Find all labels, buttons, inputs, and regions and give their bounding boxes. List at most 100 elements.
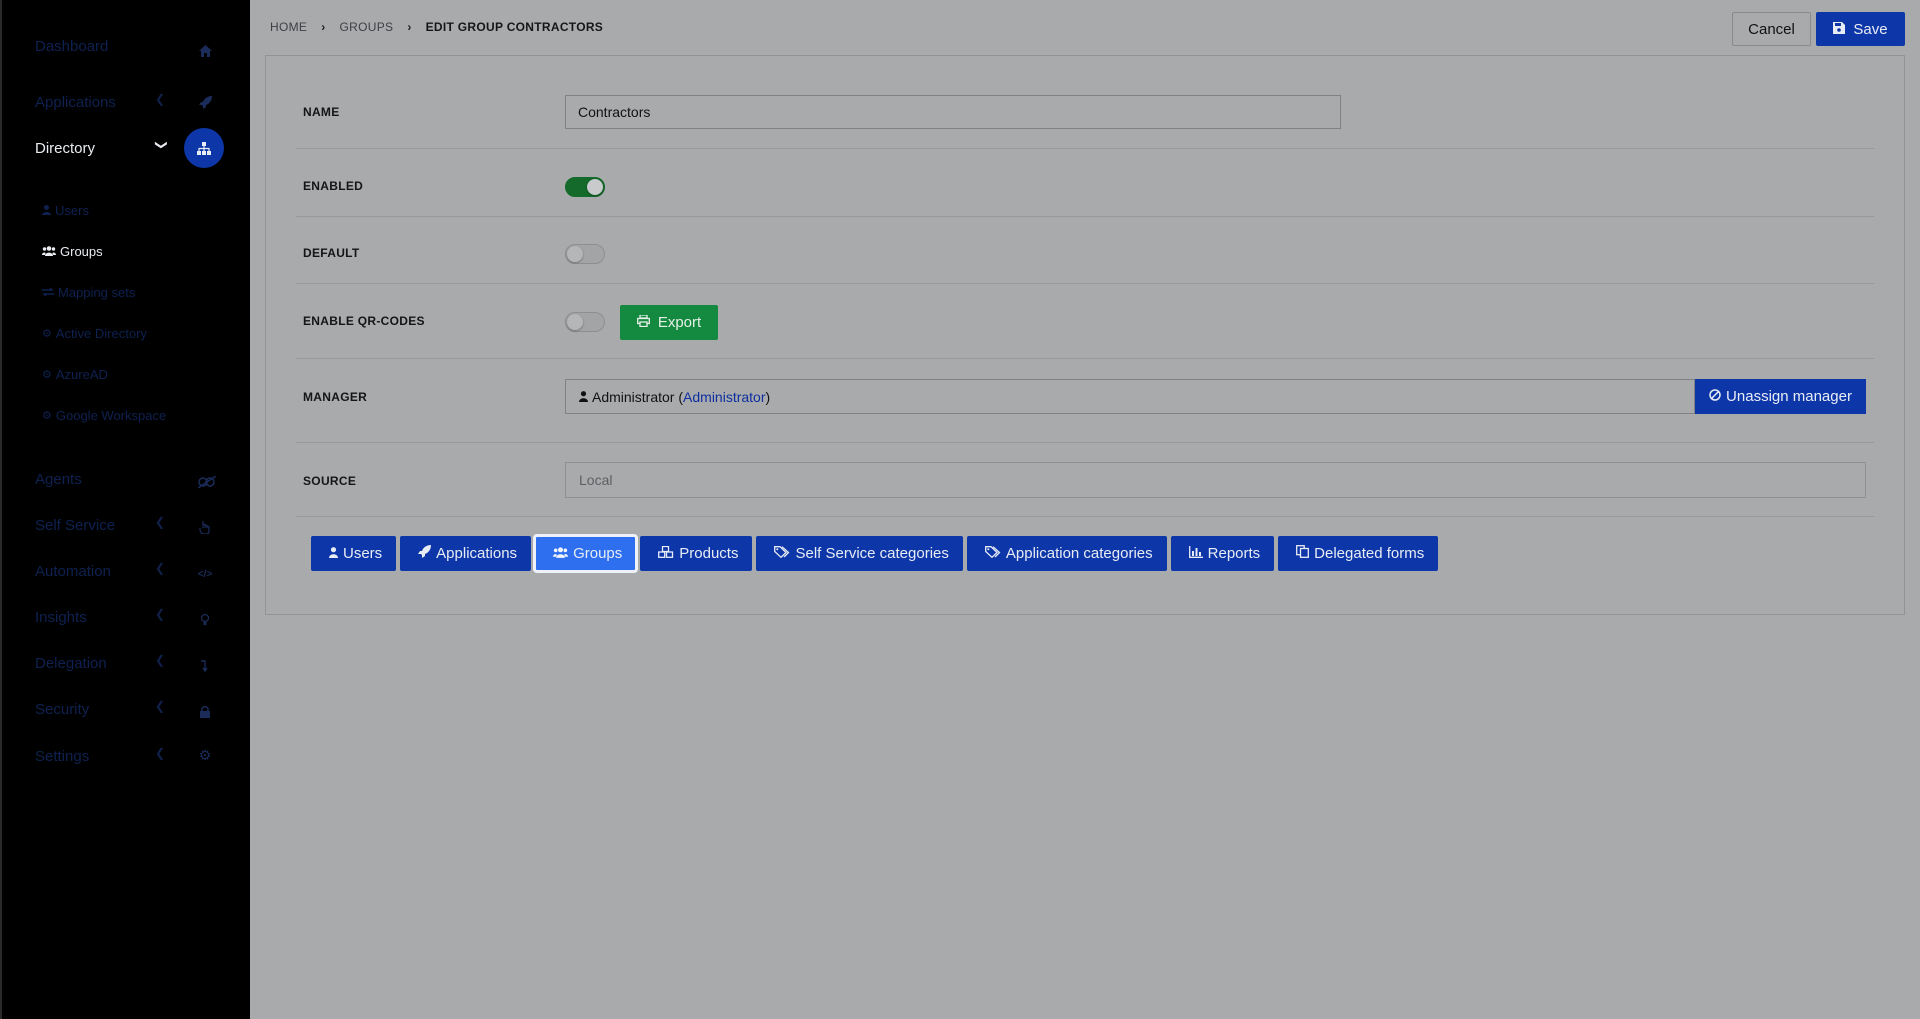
divider xyxy=(296,516,1874,517)
qr-codes-toggle[interactable] xyxy=(565,312,605,332)
gear-icon: ⚙ xyxy=(42,409,52,422)
sidebar-sub-label: Active Directory xyxy=(55,325,147,341)
exchange-icon xyxy=(42,285,54,300)
enabled-label: ENABLED xyxy=(303,179,364,193)
tab-groups[interactable]: Groups xyxy=(533,534,639,573)
chevron-left-icon: ❮ xyxy=(155,699,166,713)
export-button[interactable]: Export xyxy=(620,305,718,340)
sidebar-item-applications[interactable]: Applications ❮ xyxy=(35,90,235,114)
name-input[interactable]: Contractors xyxy=(565,95,1341,129)
chevron-left-icon: ❮ xyxy=(155,746,166,760)
home-icon xyxy=(195,41,215,61)
sidebar-item-settings[interactable]: Settings ❮ ⚙ xyxy=(35,744,235,768)
toggle-knob xyxy=(567,246,583,262)
sidebar-item-agents[interactable]: Agents xyxy=(35,467,235,491)
tab-applications[interactable]: Applications xyxy=(400,536,532,571)
toggle-knob xyxy=(587,179,603,195)
sidebar-sub-mapping-sets[interactable]: Mapping sets xyxy=(42,282,135,302)
sidebar-sub-label: Groups xyxy=(60,243,103,259)
breadcrumb-home[interactable]: HOME xyxy=(270,20,307,34)
name-value: Contractors xyxy=(578,104,651,120)
tab-users[interactable]: Users xyxy=(311,536,397,571)
sidebar-sub-label: Mapping sets xyxy=(58,284,136,300)
sidebar-item-insights[interactable]: Insights ❮ xyxy=(35,605,235,629)
source-value: Local xyxy=(579,472,613,488)
sidebar-item-label: Automation xyxy=(35,562,111,580)
rocket-icon xyxy=(195,92,215,112)
source-label: SOURCE xyxy=(303,474,357,488)
tab-label: Self Service categories xyxy=(795,545,949,562)
gear-icon: ⚙ xyxy=(42,368,52,381)
qr-codes-label: ENABLE QR-CODES xyxy=(303,314,425,328)
divider xyxy=(296,148,1874,149)
chevron-right-icon: › xyxy=(321,20,326,34)
sidebar-sub-google-workspace[interactable]: ⚙ Google Workspace xyxy=(42,405,166,425)
ban-icon xyxy=(1709,388,1721,405)
tab-reports[interactable]: Reports xyxy=(1170,536,1275,571)
tab-products[interactable]: Products xyxy=(640,536,753,571)
sidebar-item-label: Delegation xyxy=(35,654,107,672)
user-icon xyxy=(42,203,51,218)
lock-icon xyxy=(195,702,215,722)
sidebar-item-delegation[interactable]: Delegation ❮ xyxy=(35,651,235,675)
tab-label: Groups xyxy=(573,545,623,562)
divider xyxy=(296,216,1874,217)
copy-icon xyxy=(1296,545,1310,562)
sitemap-icon[interactable] xyxy=(184,128,224,168)
chevron-left-icon: ❮ xyxy=(155,653,166,667)
tab-application-categories[interactable]: Application categories xyxy=(966,536,1167,571)
sidebar-item-label: Settings xyxy=(35,747,90,765)
sidebar-sub-active-directory[interactable]: ⚙ Active Directory xyxy=(42,323,147,343)
manager-name: Administrator (Administrator) xyxy=(592,388,771,405)
sidebar-item-security[interactable]: Security ❮ xyxy=(35,697,235,721)
source-field: Local xyxy=(565,462,1866,498)
sidebar-sub-users[interactable]: Users xyxy=(42,200,89,220)
manager-link[interactable]: Administrator xyxy=(683,389,765,405)
sidebar-sub-groups[interactable]: Groups xyxy=(42,241,103,261)
default-toggle[interactable] xyxy=(565,244,605,264)
hand-pointer-icon xyxy=(195,517,215,537)
sidebar-sub-label: Users xyxy=(55,202,89,218)
user-icon xyxy=(579,389,588,405)
sidebar-item-label: Insights xyxy=(35,608,87,626)
cubes-icon xyxy=(658,545,674,562)
tab-label: Application categories xyxy=(1005,545,1153,562)
breadcrumb: HOME › GROUPS › EDIT GROUP CONTRACTORS xyxy=(270,20,603,34)
gear-icon: ⚙ xyxy=(198,746,212,763)
lightbulb-icon xyxy=(195,610,215,630)
divider xyxy=(296,358,1874,359)
sidebar-item-self-service[interactable]: Self Service ❮ xyxy=(35,513,235,537)
edit-group-panel xyxy=(265,55,1905,615)
users-icon xyxy=(553,545,569,562)
bar-chart-icon xyxy=(1188,545,1203,562)
unassign-manager-button[interactable]: Unassign manager xyxy=(1695,379,1866,414)
sidebar: Dashboard Applications ❮ Directory ❮ Use… xyxy=(0,0,250,1019)
divider xyxy=(296,283,1874,284)
chevron-left-icon: ❮ xyxy=(155,561,166,575)
save-button[interactable]: Save xyxy=(1816,12,1905,46)
sidebar-item-label: Applications xyxy=(35,93,116,111)
toggle-knob xyxy=(567,314,583,330)
save-icon xyxy=(1833,21,1846,38)
tab-label: Users xyxy=(343,545,383,562)
tab-delegated-forms[interactable]: Delegated forms xyxy=(1278,536,1439,571)
sidebar-item-dashboard[interactable]: Dashboard xyxy=(35,34,235,58)
breadcrumb-groups[interactable]: GROUPS xyxy=(340,20,394,34)
unassign-label: Unassign manager xyxy=(1726,388,1852,405)
export-label: Export xyxy=(657,314,702,331)
chevron-left-icon: ❮ xyxy=(155,92,166,106)
rocket-icon xyxy=(418,545,432,562)
relation-tabs: Users Applications Groups Products Self … xyxy=(311,534,1439,573)
sidebar-item-automation[interactable]: Automation ❮ </> xyxy=(35,559,235,583)
tags-icon xyxy=(774,545,790,562)
manager-field: Administrator (Administrator) xyxy=(565,379,1695,414)
sidebar-sub-azuread[interactable]: ⚙ AzureAD xyxy=(42,364,108,384)
sidebar-sub-label: Google Workspace xyxy=(55,407,167,423)
code-icon: </> xyxy=(197,568,213,580)
sidebar-item-label: Dashboard xyxy=(35,37,109,55)
sidebar-sub-label: AzureAD xyxy=(55,366,108,382)
cancel-button[interactable]: Cancel xyxy=(1732,12,1811,46)
tab-self-service-categories[interactable]: Self Service categories xyxy=(756,536,963,571)
chevron-left-icon: ❮ xyxy=(155,607,166,621)
enabled-toggle[interactable] xyxy=(565,177,605,197)
